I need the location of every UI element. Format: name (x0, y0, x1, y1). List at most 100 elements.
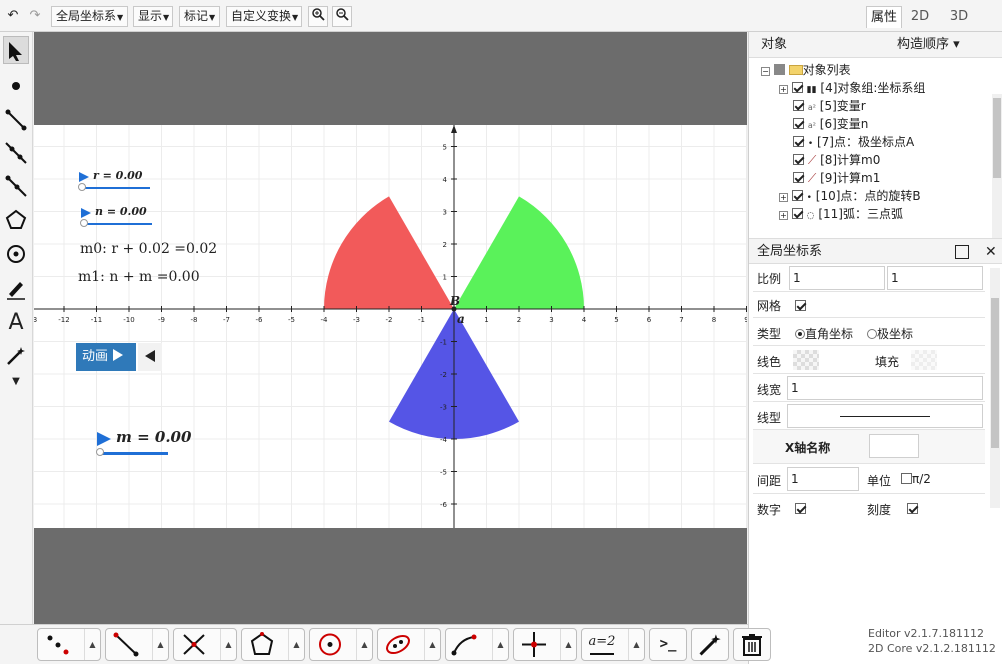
point-icon[interactable] (3, 72, 29, 100)
close-icon[interactable]: ✕ (985, 239, 997, 265)
line-icon[interactable] (3, 139, 29, 167)
pen-line-icon: ⟋ (807, 171, 817, 185)
numbers-label: 数字 (757, 503, 782, 517)
slider-n-track[interactable] (84, 223, 152, 225)
calc-m1[interactable]: m1: n + m =0.00 (78, 269, 200, 285)
pen-icon[interactable] (3, 275, 29, 303)
x-axis-name-input[interactable] (869, 434, 919, 458)
popout-icon[interactable] (955, 245, 969, 259)
text-icon[interactable]: A (3, 309, 29, 337)
redo-icon[interactable]: ↷ (25, 6, 45, 27)
undo-icon[interactable]: ↶ (3, 6, 23, 27)
props-scrollbar[interactable] (990, 268, 1000, 508)
chevron-up-icon[interactable]: ▲ (424, 629, 440, 660)
tree-root[interactable]: − 对象列表 (761, 61, 851, 79)
zoom-out-icon[interactable] (332, 6, 352, 27)
polygon-tool-button[interactable]: ▲ (241, 628, 305, 661)
slider-m-play-icon[interactable] (96, 431, 112, 447)
chevron-up-icon[interactable]: ▲ (152, 629, 168, 660)
menu-custom-transform[interactable]: 自定义变换▼ (226, 6, 302, 27)
chevron-up-icon[interactable]: ▲ (288, 629, 304, 660)
tab-2d[interactable]: 2D (904, 6, 936, 28)
slider-m-track[interactable] (100, 452, 168, 455)
zoom-in-icon[interactable] (308, 6, 328, 27)
reverse-button[interactable] (138, 343, 162, 371)
scale-x-input[interactable]: 1 (789, 266, 885, 290)
magic-wand-icon[interactable] (3, 342, 29, 370)
line-type-select[interactable] (787, 404, 983, 428)
polygon-icon[interactable] (3, 206, 29, 234)
menu-display[interactable]: 显示▼ (133, 6, 173, 27)
calc-m0[interactable]: m0: r + 0.02 =0.02 (80, 241, 217, 257)
slider-m[interactable]: m = 0.00 (96, 428, 191, 457)
fill-color-swatch[interactable] (911, 350, 937, 370)
tree-item-var-r[interactable]: a² [5]变量r (793, 97, 866, 115)
measure-tool-button[interactable]: ▲ (445, 628, 509, 661)
numbers-checkbox[interactable] (795, 503, 806, 514)
drawing-canvas[interactable]: -13-12-11-10-9-8-7-6-5-4-3-2-11234567891… (26, 125, 783, 528)
menu-mark[interactable]: 标记▼ (179, 6, 220, 27)
ticks-checkbox[interactable] (907, 503, 918, 514)
chevron-up-icon[interactable]: ▲ (84, 629, 100, 660)
line-width-input[interactable]: 1 (787, 376, 983, 400)
select-arrow-icon[interactable] (3, 36, 29, 64)
tree-item-calc-m0[interactable]: ⟋ [8]计算m0 (793, 151, 880, 169)
intersect-tool-button[interactable]: ▲ (173, 628, 237, 661)
tab-properties[interactable]: 属性 (866, 6, 902, 28)
x-tick-label: 5 (614, 316, 618, 324)
circle-icon[interactable] (3, 240, 29, 268)
ray-icon[interactable] (3, 172, 29, 200)
canvas-area[interactable]: -13-12-11-10-9-8-7-6-5-4-3-2-11234567891… (26, 32, 783, 624)
menu-global-coords[interactable]: 全局坐标系▼ (51, 6, 128, 27)
editor-version: Editor v2.1.7.181112 (868, 627, 985, 640)
tree-scrollbar[interactable] (992, 94, 1002, 238)
slider-r-play-icon[interactable] (78, 171, 90, 183)
conic-tool-button[interactable]: ▲ (377, 628, 441, 661)
slider-n[interactable]: n = 0.00 (80, 205, 152, 227)
row-numbers: 数字 刻度 (753, 494, 985, 522)
scale-y-input[interactable]: 1 (887, 266, 983, 290)
slider-n-play-icon[interactable] (80, 207, 92, 219)
chevron-up-icon[interactable]: ▲ (628, 629, 644, 660)
transform-tool-button[interactable]: ▲ (513, 628, 577, 661)
tree-item-var-n[interactable]: a² [6]变量n (793, 115, 868, 133)
delete-tool-button[interactable] (733, 628, 771, 661)
magic-tool-button[interactable] (691, 628, 729, 661)
more-chevron-icon[interactable]: ▼ (3, 372, 29, 400)
animate-button[interactable]: 动画 (76, 343, 136, 371)
command-tool-button[interactable]: >_ (649, 628, 687, 661)
segment-tool-button[interactable]: ▲ (105, 628, 169, 661)
slider-r-handle[interactable] (78, 183, 86, 191)
tree-item-arc[interactable]: + ◌ [11]弧：三点弧 (779, 205, 903, 223)
chevron-up-icon[interactable]: ▲ (356, 629, 372, 660)
x-tick-label: -10 (123, 316, 134, 324)
spacing-input[interactable]: 1 (787, 467, 859, 491)
tab-3d[interactable]: 3D (942, 6, 976, 28)
slider-r[interactable]: r = 0.00 (78, 169, 150, 191)
line-color-swatch[interactable] (793, 350, 819, 370)
segment-icon[interactable] (3, 106, 29, 134)
chevron-up-icon[interactable]: ▲ (560, 629, 576, 660)
props-scrollbar-thumb[interactable] (991, 298, 999, 448)
type-polar-radio[interactable]: 极坐标 (867, 325, 913, 342)
variable-icon: a² (807, 121, 816, 130)
slider-m-handle[interactable] (96, 448, 104, 456)
slider-r-track[interactable] (82, 187, 150, 189)
x-tick-label: 7 (679, 316, 683, 324)
slider-n-handle[interactable] (80, 219, 88, 227)
chevron-up-icon[interactable]: ▲ (492, 629, 508, 660)
points-tool-button[interactable]: ▲ (37, 628, 101, 661)
type-rect-radio[interactable]: 直角坐标 (795, 325, 853, 342)
variable-tool-button[interactable]: a=2 ▲ (581, 628, 645, 661)
unit-pi-checkbox[interactable]: π/2 (901, 472, 931, 486)
x-tick-label: -13 (34, 316, 37, 324)
grid-checkbox[interactable] (795, 300, 806, 311)
tree-item-calc-m1[interactable]: ⟋ [9]计算m1 (793, 169, 880, 187)
tree-item-point-b[interactable]: + • [10]点：点的旋转B (779, 187, 921, 205)
chevron-up-icon[interactable]: ▲ (220, 629, 236, 660)
circle-tool-button[interactable]: ▲ (309, 628, 373, 661)
tree-item-point-a[interactable]: • [7]点：极坐标点A (793, 133, 914, 151)
tree-scrollbar-thumb[interactable] (993, 98, 1001, 178)
construction-order-dropdown[interactable]: 构造顺序 ▾ (897, 32, 960, 58)
tree-item-coords-group[interactable]: + ▮▮ [4]对象组:坐标系组 (779, 79, 925, 97)
